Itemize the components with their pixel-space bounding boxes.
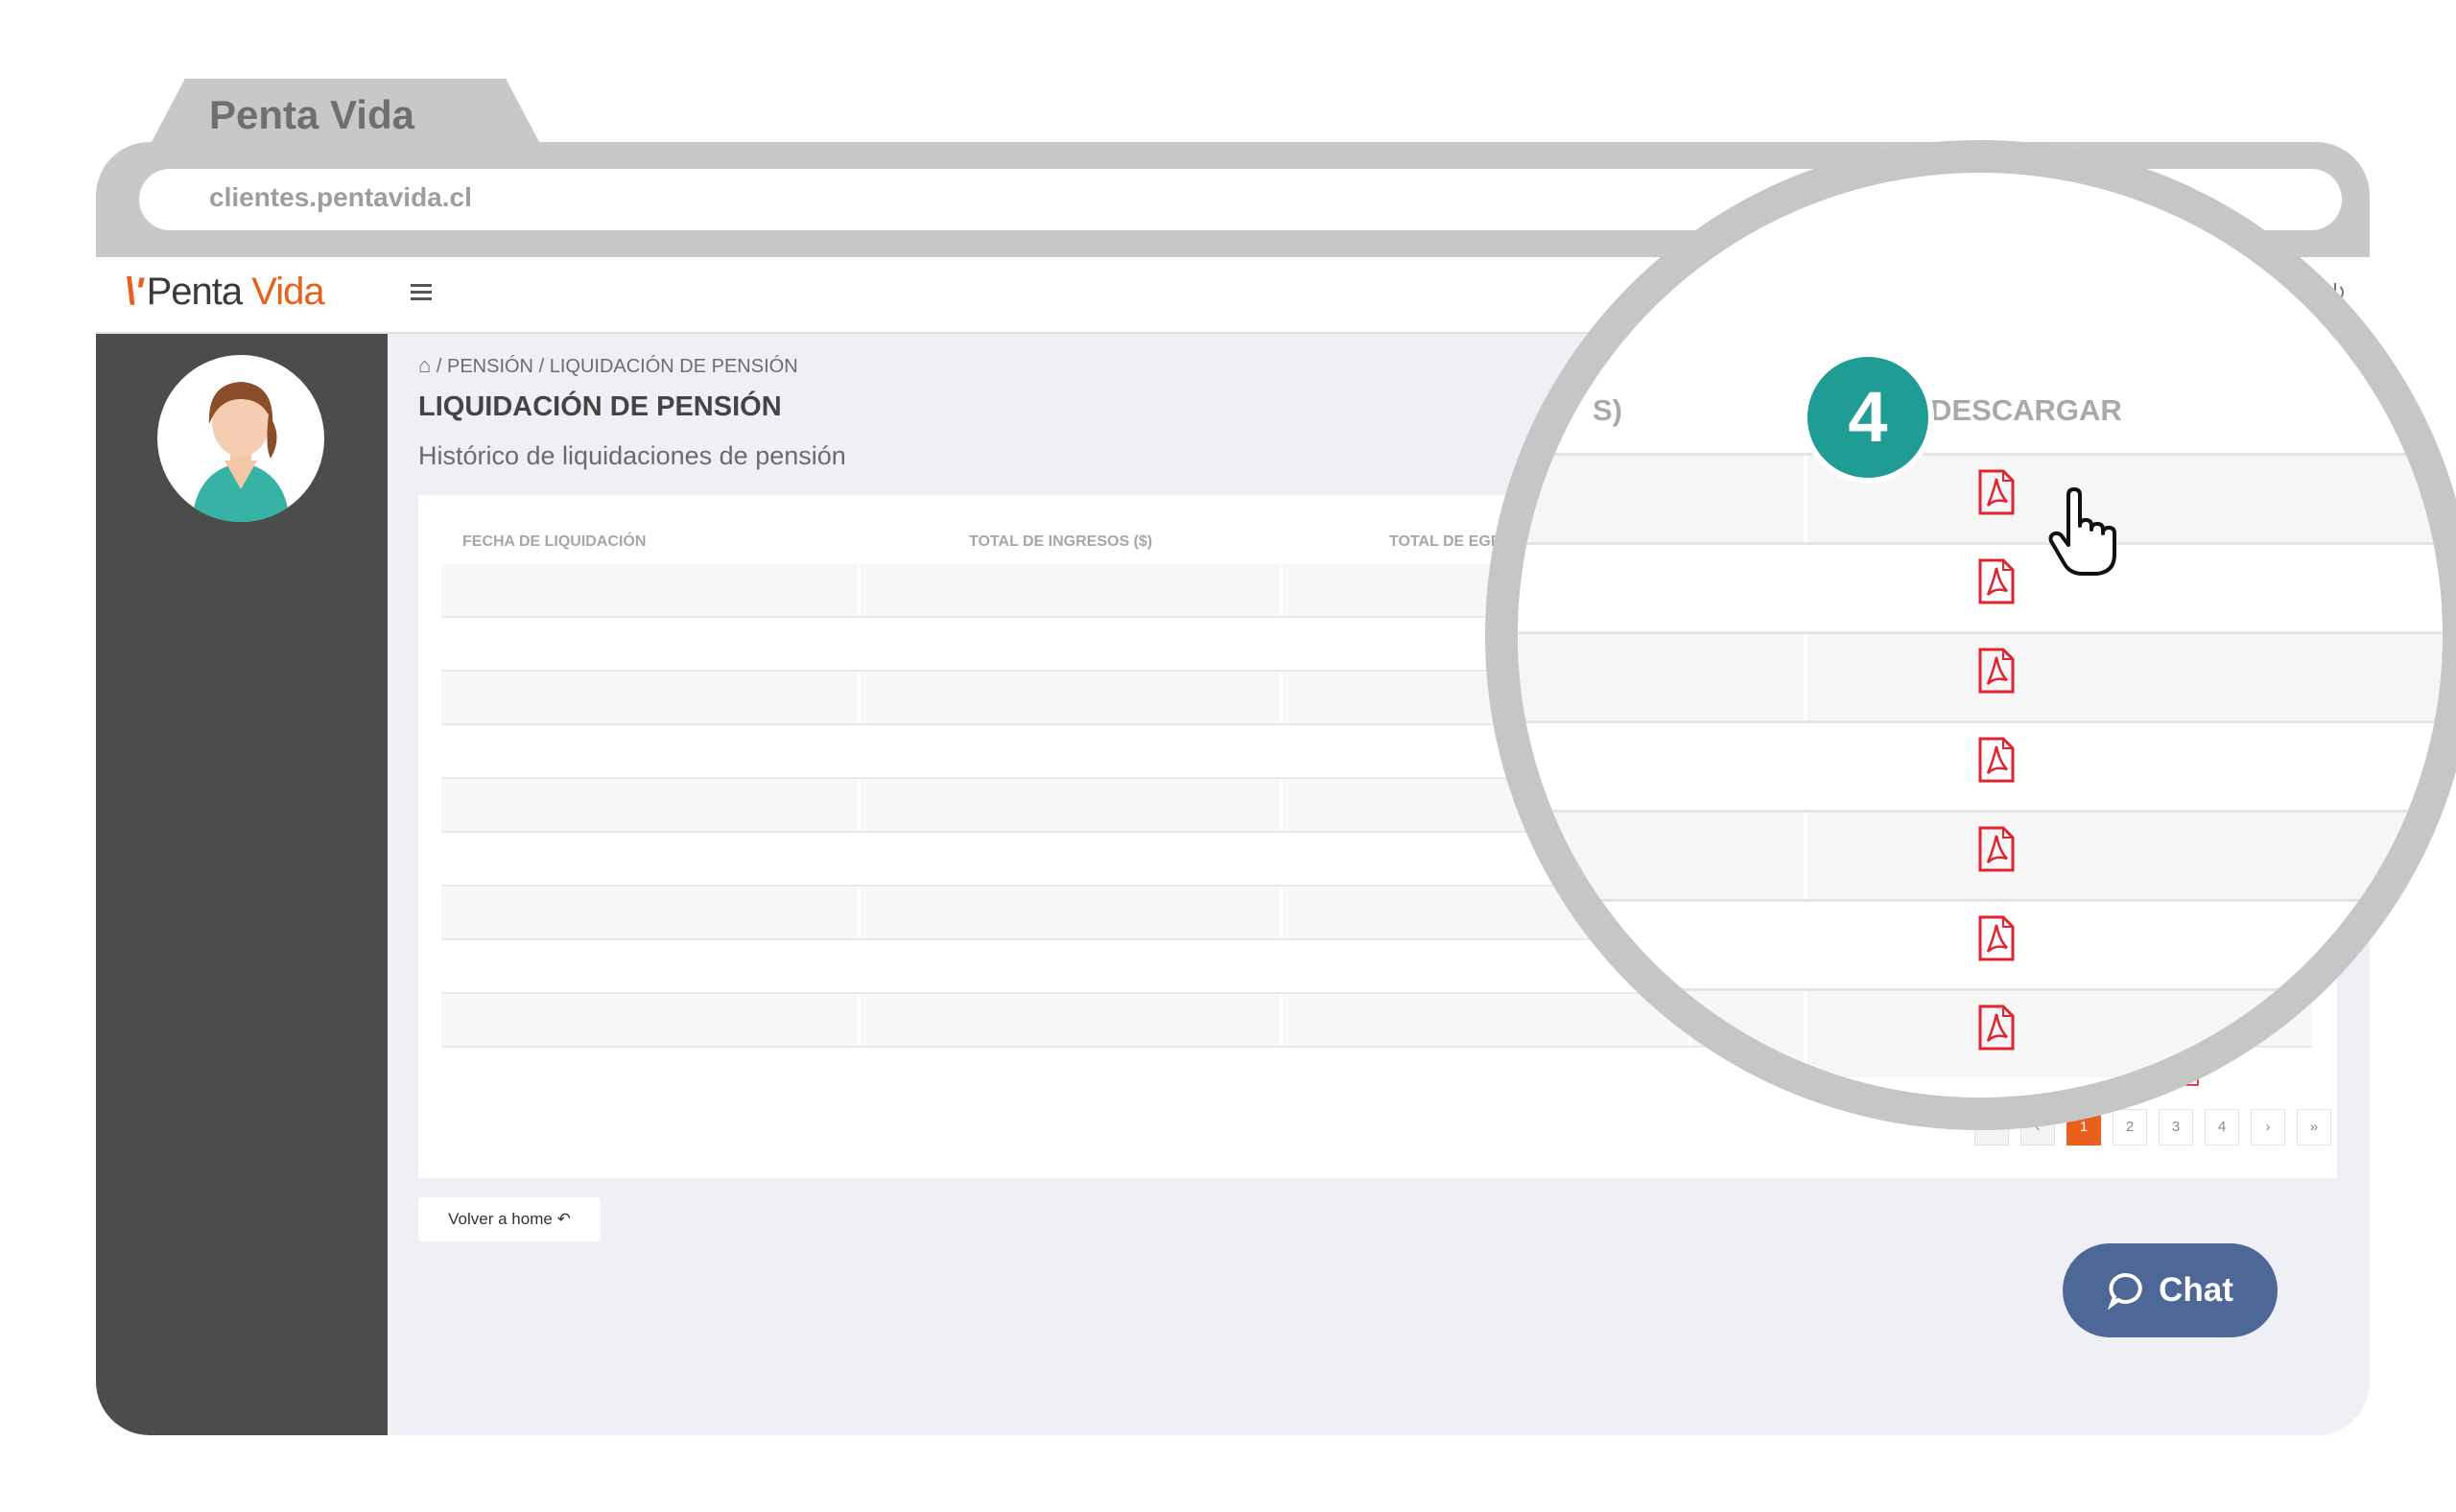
- pdf-icon[interactable]: [1976, 648, 2017, 694]
- hamburger-icon[interactable]: [411, 284, 432, 301]
- chat-bubble-icon: [2108, 1272, 2142, 1310]
- step-number-badge: 4: [1802, 351, 1934, 484]
- pagination-page-2[interactable]: 2: [2113, 1109, 2147, 1146]
- pdf-icon[interactable]: [1976, 558, 2017, 604]
- column-header-descargar: DESCARGAR: [1930, 393, 2122, 427]
- chat-label: Chat: [2159, 1271, 2233, 1309]
- pagination-prev[interactable]: ‹: [2020, 1109, 2055, 1146]
- logo-vida: Vida: [251, 271, 324, 313]
- pdf-icon[interactable]: [1976, 1004, 2017, 1051]
- magnified-row: [1518, 899, 2443, 988]
- breadcrumb-separator: /: [538, 356, 545, 377]
- magnified-column-header-partial: S): [1593, 393, 1622, 427]
- pagination-last[interactable]: »: [2297, 1109, 2331, 1146]
- back-home-button[interactable]: Volver a home ↶: [418, 1197, 601, 1241]
- penta-vida-logo[interactable]: \' Penta Vida: [125, 271, 325, 314]
- column-header-egresos[interactable]: TOTAL DE EGRES: [1389, 533, 1523, 551]
- logo-mark: \': [125, 271, 144, 313]
- pagination-page-1[interactable]: 1: [2066, 1109, 2101, 1146]
- user-avatar[interactable]: [157, 355, 324, 522]
- magnified-row: [1518, 542, 2443, 631]
- browser-tab-title: Penta Vida: [209, 92, 414, 137]
- back-home-label: Volver a home: [448, 1210, 553, 1228]
- page-title: LIQUIDACIÓN DE PENSIÓN: [418, 391, 782, 422]
- breadcrumb: ⌂ / PENSIÓN / LIQUIDACIÓN DE PENSIÓN: [418, 353, 798, 378]
- logo-penta: Penta: [146, 271, 244, 313]
- pagination-next[interactable]: ›: [2251, 1109, 2285, 1146]
- breadcrumb-item-pension[interactable]: PENSIÓN: [447, 356, 533, 377]
- column-header-fecha[interactable]: FECHA DE LIQUIDACIÓN: [462, 533, 646, 551]
- magnified-row: [1518, 988, 2443, 1077]
- column-header-ingresos[interactable]: TOTAL DE INGRESOS ($): [969, 533, 1152, 551]
- reply-arrow-icon: ↶: [556, 1210, 571, 1228]
- magnified-row: [1518, 453, 2443, 542]
- pdf-icon[interactable]: [1976, 737, 2017, 783]
- pagination-page-3[interactable]: 3: [2159, 1109, 2193, 1146]
- pagination-page-4[interactable]: 4: [2205, 1109, 2239, 1146]
- magnified-row: [1518, 721, 2443, 810]
- pagination: « ‹ 1 2 3 4 › »: [1974, 1109, 2331, 1146]
- pagination-first[interactable]: «: [1974, 1109, 2009, 1146]
- sidebar: [96, 334, 388, 1435]
- pdf-icon[interactable]: [1976, 826, 2017, 872]
- breadcrumb-separator: /: [436, 356, 442, 377]
- hand-pointer-cursor-icon: [2047, 487, 2124, 576]
- magnified-row: [1518, 810, 2443, 899]
- address-bar-url: clientes.pentavida.cl: [209, 182, 472, 212]
- chat-button[interactable]: Chat: [2063, 1243, 2278, 1337]
- page-subtitle: Histórico de liquidaciones de pensión: [418, 441, 846, 470]
- power-icon[interactable]: [2324, 280, 2347, 310]
- pdf-icon[interactable]: [1976, 915, 2017, 961]
- home-icon[interactable]: ⌂: [418, 353, 431, 377]
- magnifier-callout: S) DESCARGAR: [1518, 173, 2443, 1098]
- magnified-row: [1518, 631, 2443, 721]
- magnified-rows: [1518, 453, 2443, 1077]
- pdf-icon[interactable]: [1976, 469, 2017, 515]
- breadcrumb-item-liquidacion: LIQUIDACIÓN DE PENSIÓN: [549, 356, 798, 377]
